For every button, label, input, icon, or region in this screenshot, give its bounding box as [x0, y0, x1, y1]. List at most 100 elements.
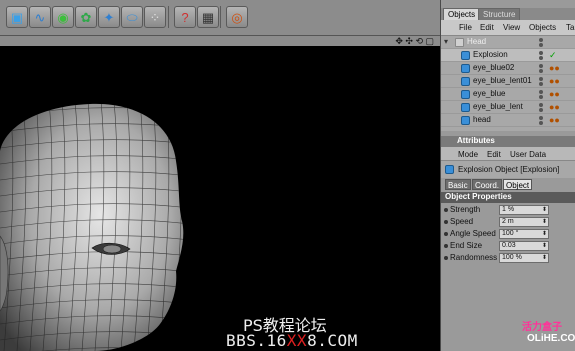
tree-row[interactable]: eye_blue02 ●●	[441, 62, 575, 75]
property-label: End Size	[450, 241, 483, 250]
tree-row[interactable]: head ●●	[441, 114, 575, 127]
menu-edit[interactable]: Edit	[480, 23, 494, 32]
attributes-object-label: Explosion Object [Explosion]	[458, 165, 560, 174]
nurbs-button[interactable]: ◉	[52, 6, 74, 28]
deformer-icon: ✦	[103, 9, 115, 25]
property-value: 2 m	[502, 218, 514, 225]
array-button[interactable]: ✿	[75, 6, 97, 28]
property-label: Randomness	[450, 253, 498, 262]
visibility-dots-icon[interactable]	[539, 64, 545, 73]
tree-row[interactable]: ▾ Head	[441, 36, 575, 49]
tree-row-label: eye_blue	[473, 89, 506, 98]
polygon-object-icon	[461, 103, 470, 112]
viewport-header: ✥ ✣ ⟲ ▢	[0, 36, 440, 46]
tree-row[interactable]: eye_blue_lent01 ●●	[441, 75, 575, 88]
property-value-field[interactable]: 100 ° ⬍	[499, 229, 549, 239]
object-properties-header: Object Properties	[441, 192, 575, 203]
watermark-url: BBS.16XX8.COM	[226, 331, 358, 350]
menu-tags[interactable]: Ta	[566, 23, 574, 32]
tree-row-label: eye_blue_lent	[473, 102, 523, 111]
attributes-tabs: Basic Coord. Object	[441, 178, 575, 191]
spline-button[interactable]: ∿	[29, 6, 51, 28]
tab-object[interactable]: Object	[503, 179, 533, 190]
nurbs-icon: ◉	[57, 9, 69, 25]
tree-row-label: eye_blue02	[473, 63, 515, 72]
attributes-menu-bar: Mode Edit User Data	[441, 147, 575, 161]
polygon-object-icon	[461, 116, 470, 125]
visibility-dots-icon[interactable]	[539, 103, 545, 112]
menu-mode[interactable]: Mode	[458, 150, 478, 159]
property-value-field[interactable]: 1 % ⬍	[499, 205, 549, 215]
collapse-icon[interactable]: ▾	[444, 37, 448, 46]
stepper-arrows-icon[interactable]: ⬍	[542, 218, 547, 226]
help-cursor-button[interactable]: ?	[174, 6, 196, 28]
visibility-dots-icon[interactable]	[539, 77, 545, 86]
tab-basic[interactable]: Basic	[445, 179, 471, 190]
visibility-dots-icon[interactable]	[539, 38, 545, 47]
objects-menu-bar: File Edit View Objects Ta	[441, 20, 575, 36]
tree-row[interactable]: Explosion ✓	[441, 49, 575, 62]
material-tag-icon[interactable]: ●●	[549, 103, 560, 112]
objects-tabs: Objects Structure	[441, 8, 575, 20]
cube-primitive-button[interactable]: ▣	[6, 6, 28, 28]
polygon-object-icon	[461, 64, 470, 73]
viewport-navigation-icons[interactable]: ✥ ✣ ⟲ ▢	[395, 36, 434, 46]
watermark-url-prefix: BBS.16	[226, 331, 287, 350]
polygon-object-icon	[461, 77, 470, 86]
environment-button[interactable]: ⬭	[121, 6, 143, 28]
object-tree: ▾ Head Explosion ✓ eye_blue02 ●● eye_blue_lent…	[441, 36, 575, 131]
material-tag-icon[interactable]: ●●	[549, 116, 560, 125]
3d-viewport[interactable]: ✥ ✣ ⟲ ▢ PS教程论坛 BBS.16XX8.COM	[0, 36, 440, 351]
tree-row-label: head	[473, 115, 491, 124]
toolbar-separator	[220, 6, 221, 28]
property-row: Randomness 100 % ⬍	[441, 252, 575, 264]
render-settings-icon: ▦	[201, 9, 215, 25]
cube-primitive-icon: ▣	[10, 9, 24, 25]
array-icon: ✿	[80, 9, 92, 25]
stepper-arrows-icon[interactable]: ⬍	[542, 230, 547, 238]
stepper-arrows-icon[interactable]: ⬍	[542, 206, 547, 214]
visibility-dots-icon[interactable]	[539, 90, 545, 99]
right-panel: Objects Structure File Edit View Objects…	[440, 0, 575, 351]
deformer-icon	[461, 51, 470, 60]
material-tag-icon[interactable]: ●●	[549, 90, 560, 99]
animate-dot-icon[interactable]	[444, 208, 448, 212]
visibility-dots-icon[interactable]	[539, 116, 545, 125]
menu-file[interactable]: File	[459, 23, 472, 32]
tree-row[interactable]: eye_blue ●●	[441, 88, 575, 101]
animate-dot-icon[interactable]	[444, 244, 448, 248]
tree-row-label: Head	[467, 37, 487, 46]
material-tag-icon[interactable]: ●●	[549, 77, 560, 86]
animate-dot-icon[interactable]	[444, 220, 448, 224]
watermark-url-red: XX	[286, 331, 308, 350]
stepper-arrows-icon[interactable]: ⬍	[542, 242, 547, 250]
tree-row[interactable]: eye_blue_lent ●●	[441, 101, 575, 114]
tab-coord[interactable]: Coord.	[472, 179, 503, 190]
property-value-field[interactable]: 2 m ⬍	[499, 217, 549, 227]
enabled-check-icon[interactable]: ✓	[549, 51, 557, 60]
explosion-icon	[445, 165, 454, 174]
material-tag-icon[interactable]: ●●	[549, 64, 560, 73]
menu-objects[interactable]: Objects	[529, 23, 556, 32]
render-button[interactable]: ◎	[226, 6, 248, 28]
property-value-field[interactable]: 0.03 ⬍	[499, 241, 549, 251]
deformer-button[interactable]: ✦	[98, 6, 120, 28]
menu-user-data[interactable]: User Data	[510, 150, 546, 159]
attributes-object-line: Explosion Object [Explosion]	[441, 161, 575, 178]
stepper-arrows-icon[interactable]: ⬍	[542, 254, 547, 262]
attributes-header: Attributes	[441, 136, 575, 147]
property-value: 100 %	[502, 254, 522, 261]
menu-attr-edit[interactable]: Edit	[487, 150, 501, 159]
visibility-dots-icon[interactable]	[539, 51, 545, 60]
tab-structure[interactable]: Structure	[478, 8, 521, 20]
animate-dot-icon[interactable]	[444, 256, 448, 260]
property-value-field[interactable]: 100 % ⬍	[499, 253, 549, 263]
tab-objects[interactable]: Objects	[443, 8, 481, 20]
property-row: End Size 0.03 ⬍	[441, 240, 575, 252]
animate-dot-icon[interactable]	[444, 232, 448, 236]
menu-view[interactable]: View	[503, 23, 520, 32]
particles-icon: ⁘	[149, 9, 161, 25]
particles-button[interactable]: ⁘	[144, 6, 166, 28]
help-cursor-icon: ?	[181, 9, 189, 25]
render-settings-button[interactable]: ▦	[197, 6, 219, 28]
